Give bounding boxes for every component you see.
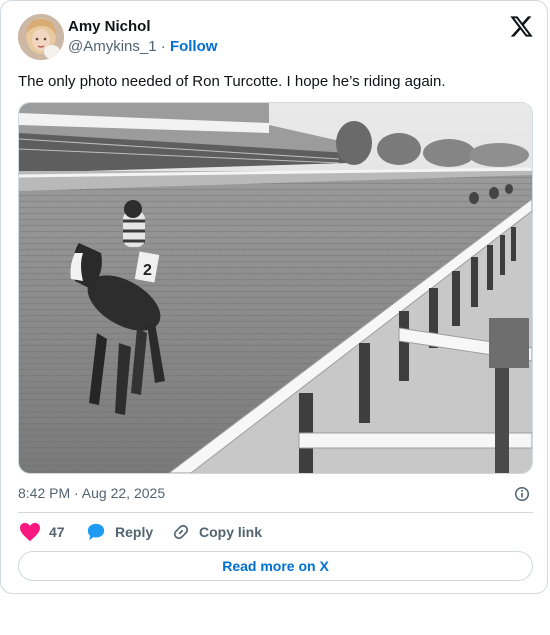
info-icon[interactable] [514,486,530,502]
reply-bubble-icon [85,522,107,542]
link-icon [171,522,191,542]
tweet-timestamp[interactable]: 8:42 PM · Aug 22, 2025 [18,485,165,502]
follow-button[interactable]: Follow [170,38,218,55]
tweet-photo[interactable]: 2 [18,102,533,474]
reply-label: Reply [115,524,154,540]
x-logo-icon[interactable] [509,14,534,39]
avatar[interactable] [18,14,64,60]
author-handle[interactable]: @Amykins_1 [68,38,157,55]
author-name[interactable]: Amy Nichol [68,18,151,36]
divider [18,512,533,513]
heart-icon [19,522,41,542]
author-handle-row: @Amykins_1 · Follow [68,38,217,56]
copy-link-button[interactable]: Copy link [171,521,262,543]
tweet-card: Amy Nichol @Amykins_1 · Follow The only … [0,0,548,594]
reply-button[interactable]: Reply [85,521,153,543]
tweet-text: The only photo needed of Ron Turcotte. I… [18,73,446,90]
copy-link-label: Copy link [199,524,263,540]
like-count: 47 [49,524,65,540]
read-more-button[interactable]: Read more on X [18,551,533,581]
saddle-cloth-number: 2 [143,262,152,279]
like-button[interactable]: 47 [19,521,65,543]
handle-separator: · [160,38,166,55]
